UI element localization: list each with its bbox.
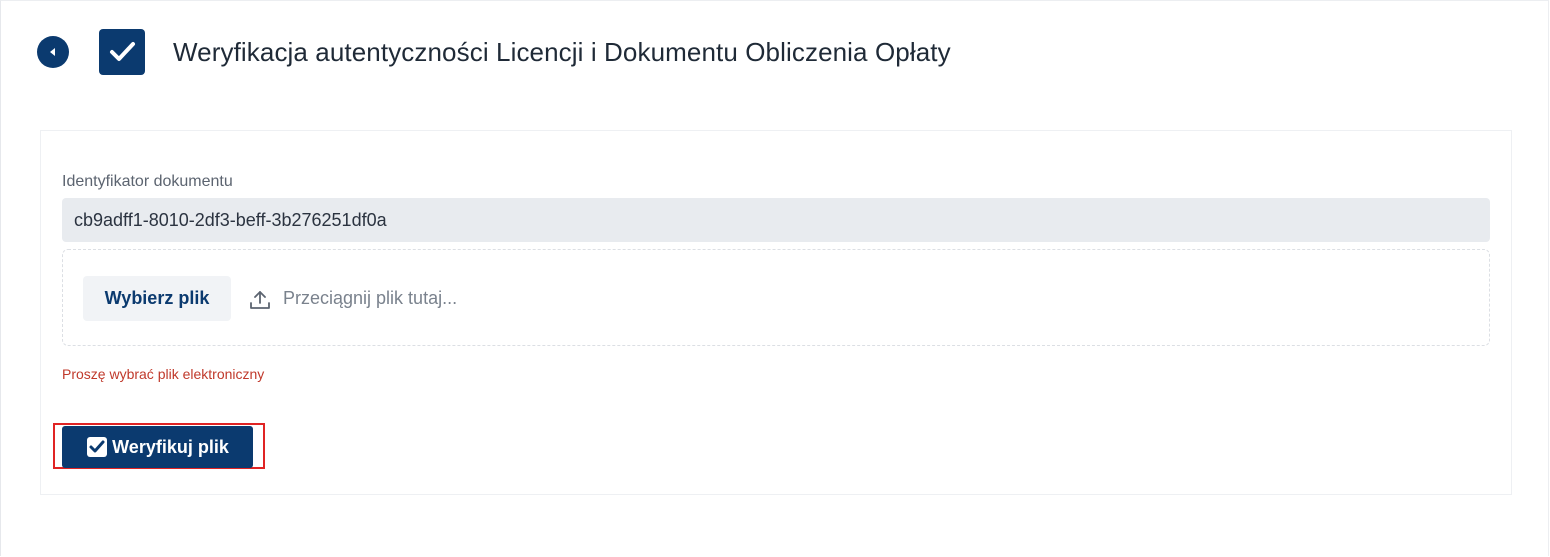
document-id-input[interactable]: [62, 198, 1490, 242]
verify-file-button[interactable]: Weryfikuj plik: [62, 426, 253, 468]
drop-hint-text: Przeciągnij plik tutaj...: [283, 288, 458, 308]
checkmark-tile: [99, 29, 145, 75]
choose-file-button[interactable]: Wybierz plik: [83, 276, 231, 321]
file-error-message: Proszę wybrać plik elektroniczny: [62, 366, 265, 382]
checkbox-checked-icon: [87, 437, 108, 457]
checkmark-icon: [110, 42, 135, 61]
page-title: Weryfikacja autentyczności Licencji i Do…: [173, 36, 951, 67]
file-dropzone[interactable]: Wybierz plik Przeciągnij plik tutaj...: [62, 249, 1490, 346]
page-header: Weryfikacja autentyczności Licencji i Do…: [37, 28, 951, 76]
document-id-label: Identyfikator dokumentu: [62, 173, 233, 190]
back-arrow-icon: [50, 48, 55, 56]
verification-form-card: Identyfikator dokumentu Wybierz plik Prz…: [40, 130, 1512, 495]
upload-icon: [250, 291, 270, 309]
back-button[interactable]: [37, 36, 69, 68]
verify-file-label: Weryfikuj plik: [112, 436, 229, 457]
